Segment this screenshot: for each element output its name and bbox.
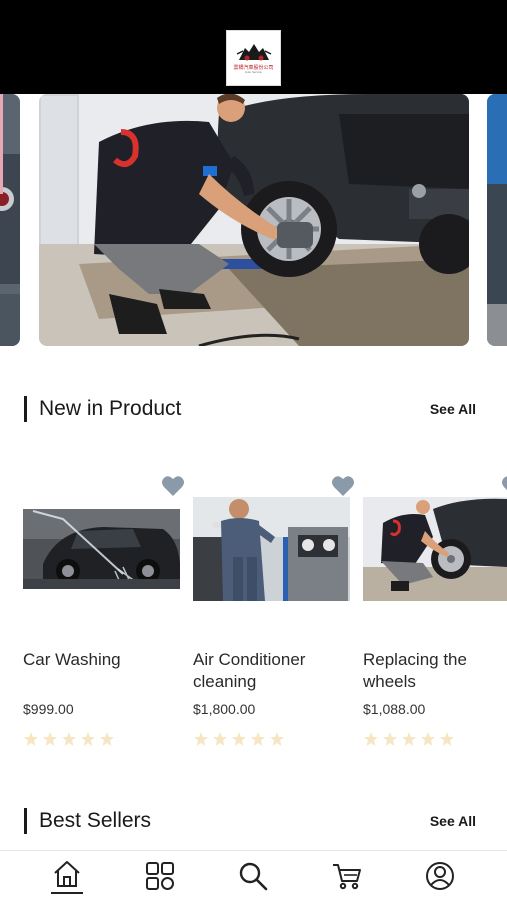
product-price: $1,088.00: [363, 701, 426, 717]
see-all-new-products-link[interactable]: See All: [430, 401, 476, 417]
star-icon: [24, 732, 38, 746]
logo-subtext: Auto Service: [244, 70, 262, 74]
product-name: Air Conditioner cleaning: [193, 650, 306, 691]
product-price: $1,800.00: [193, 701, 256, 717]
product-name: Replacing the wheels: [363, 650, 467, 691]
best-sellers-title: Best Sellers: [39, 809, 152, 832]
star-icon: [421, 732, 435, 746]
nav-search[interactable]: [233, 854, 273, 898]
product-image[interactable]: [363, 497, 507, 601]
nav-profile[interactable]: [420, 854, 460, 898]
banner-carousel[interactable]: [0, 94, 507, 350]
star-icon: [43, 732, 57, 746]
profile-icon: [426, 861, 455, 890]
star-icon: [81, 732, 95, 746]
star-icon: [270, 732, 284, 746]
product-rating: [193, 731, 285, 747]
new-products-list: Car Washing $999.00 Air Conditioner clea…: [0, 475, 507, 755]
heart-icon[interactable]: [161, 475, 185, 497]
star-icon: [194, 732, 208, 746]
product-price: $999.00: [23, 701, 74, 717]
nav-home[interactable]: [47, 854, 87, 898]
heart-icon[interactable]: [501, 475, 507, 497]
app-header: 雲橋汽車股份公司 Auto Service: [0, 0, 507, 94]
bottom-navigation: [0, 850, 507, 900]
new-in-product-header: New in Product See All: [24, 394, 484, 424]
nav-categories[interactable]: [140, 854, 180, 898]
section-title: New in Product: [24, 396, 181, 422]
star-icon: [62, 732, 76, 746]
product-rating: [23, 731, 115, 747]
star-icon: [232, 732, 246, 746]
product-rating: [363, 731, 455, 747]
see-all-best-sellers-link[interactable]: See All: [430, 813, 476, 829]
star-icon: [364, 732, 378, 746]
carousel-edge-accent: [0, 94, 3, 194]
product-image[interactable]: [23, 509, 180, 589]
carousel-slide-prev[interactable]: [0, 94, 20, 346]
star-icon: [213, 732, 227, 746]
home-icon: [54, 860, 80, 887]
star-icon: [383, 732, 397, 746]
heart-icon[interactable]: [331, 475, 355, 497]
best-sellers-header: Best Sellers See All: [24, 806, 484, 836]
section-title: Best Sellers: [24, 808, 151, 834]
brand-logo[interactable]: 雲橋汽車股份公司 Auto Service: [226, 30, 281, 86]
section-title-bar: [24, 808, 27, 834]
categories-icon: [146, 861, 175, 890]
star-icon: [100, 732, 114, 746]
cart-icon: [332, 863, 361, 889]
search-icon: [240, 862, 268, 890]
carousel-slide-next[interactable]: [487, 94, 507, 346]
star-icon: [251, 732, 265, 746]
section-title-bar: [24, 396, 27, 422]
new-in-product-title: New in Product: [39, 397, 182, 420]
logo-mark-icon: [236, 44, 271, 61]
star-icon: [402, 732, 416, 746]
carousel-slide-active[interactable]: [39, 94, 469, 346]
star-icon: [440, 732, 454, 746]
active-indicator: [50, 891, 83, 894]
nav-cart[interactable]: [327, 854, 367, 898]
product-name: Car Washing: [23, 650, 121, 669]
product-image[interactable]: [193, 497, 350, 601]
